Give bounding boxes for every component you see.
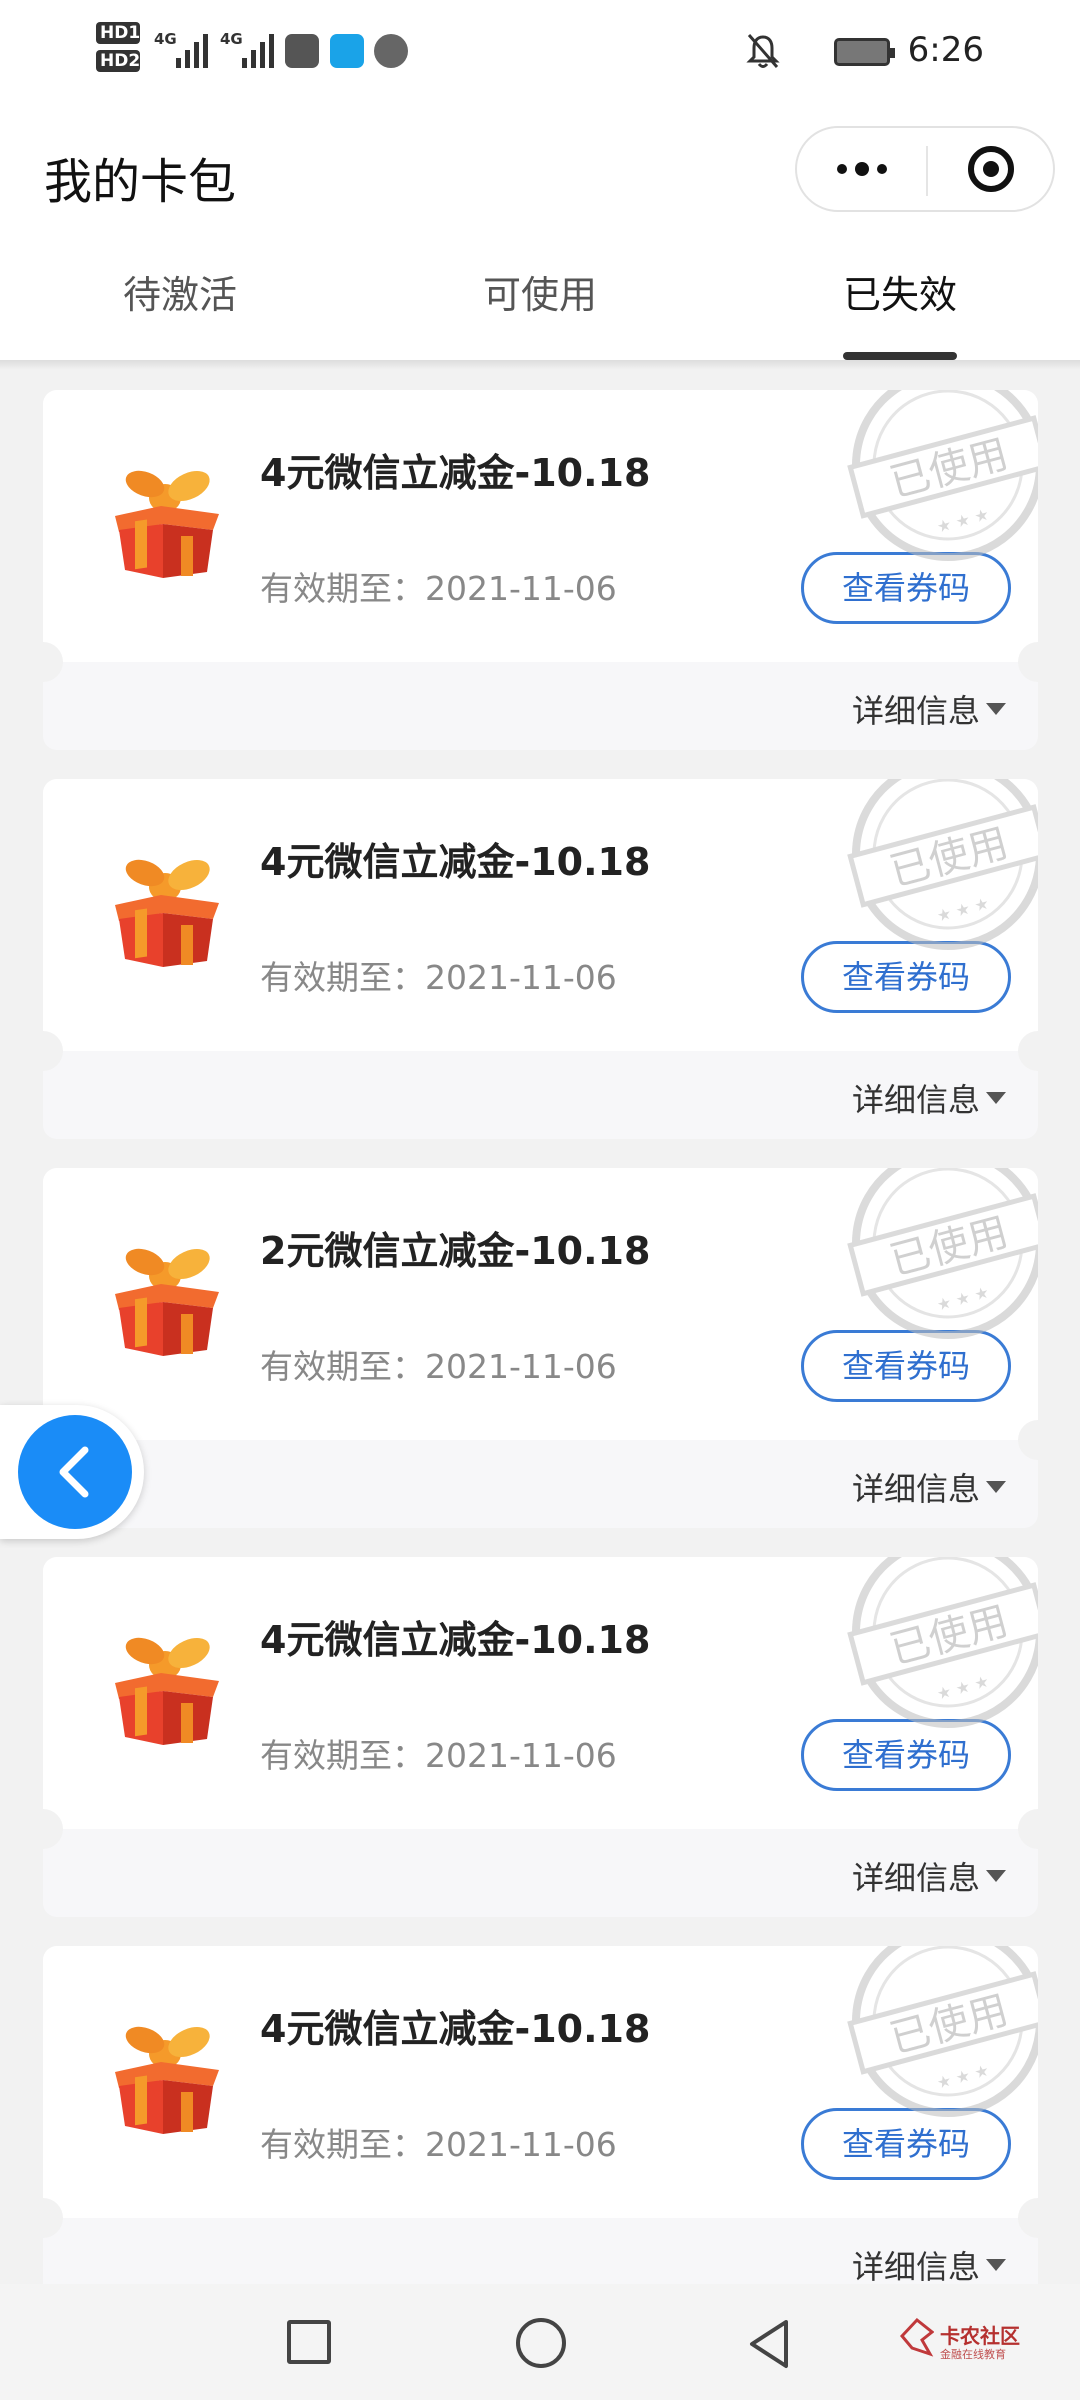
network2-label: 4G [220, 30, 243, 48]
back-triangle-icon[interactable] [744, 2318, 794, 2370]
coupon-expiry: 有效期至：2021-11-06 [260, 1736, 617, 1775]
coupon-card-body: 4元微信立减金-10.18 有效期至：2021-11-06 查看券码 已使用 ★… [43, 779, 1038, 1051]
used-stamp: 已使用 ★ ★ ★ [847, 1557, 1038, 1728]
more-button[interactable] [797, 128, 926, 210]
coupon-expiry: 有效期至：2021-11-06 [260, 958, 617, 997]
signal1-icon [176, 32, 208, 68]
caret-down-icon [986, 1092, 1006, 1104]
system-nav-bar: 卡农社区 金融在线教育 [0, 2284, 1080, 2400]
gift-box-icon [115, 859, 219, 967]
watermark-text: 卡农社区 [940, 2324, 1020, 2348]
used-stamp: 已使用 ★ ★ ★ [847, 1168, 1038, 1339]
details-label: 详细信息 [851, 692, 980, 730]
caret-down-icon [986, 703, 1006, 715]
details-toggle[interactable]: 详细信息 [852, 1464, 1006, 1510]
more-dots-icon [836, 164, 847, 174]
details-toggle[interactable]: 详细信息 [852, 2242, 1006, 2288]
used-stamp: 已使用 ★ ★ ★ [847, 1946, 1038, 2117]
watermark-subtext: 金融在线教育 [940, 2348, 1006, 2361]
coupon-expiry: 有效期至：2021-11-06 [260, 1347, 617, 1386]
tab-available[interactable]: 可使用 [360, 260, 720, 330]
coupon-card-body: 4元微信立减金-10.18 有效期至：2021-11-06 查看券码 已使用 ★… [43, 1946, 1038, 2218]
coupon-expiry: 有效期至：2021-11-06 [260, 569, 617, 608]
coupon-title: 2元微信立减金-10.18 [260, 1229, 651, 1273]
coupon-title: 4元微信立减金-10.18 [260, 451, 651, 495]
watermark-logo: 卡农社区 金融在线教育 [899, 2317, 1020, 2368]
network1-label: 4G [154, 30, 177, 48]
coupon-card: 4元微信立减金-10.18 有效期至：2021-11-06 查看券码 已使用 ★… [43, 1946, 1038, 2306]
search-app-icon [330, 34, 364, 68]
details-label: 详细信息 [851, 1081, 980, 1119]
coupon-title: 4元微信立减金-10.18 [260, 2007, 651, 2051]
tab-expired[interactable]: 已失效 [720, 260, 1080, 330]
details-toggle[interactable]: 详细信息 [852, 1853, 1006, 1899]
close-button[interactable] [928, 128, 1053, 210]
gift-box-icon [115, 1637, 219, 1745]
used-stamp: 已使用 ★ ★ ★ [847, 390, 1038, 561]
coupon-title: 4元微信立减金-10.18 [260, 1618, 651, 1662]
caret-down-icon [986, 1481, 1006, 1493]
header-shadow [0, 360, 1080, 370]
huawei-app-icon [285, 34, 319, 68]
coupon-card: 4元微信立减金-10.18 有效期至：2021-11-06 查看券码 已使用 ★… [43, 779, 1038, 1139]
coupon-card-body: 4元微信立减金-10.18 有效期至：2021-11-06 查看券码 已使用 ★… [43, 390, 1038, 662]
tab-bar: 待激活 可使用 已失效 [0, 260, 1080, 360]
floating-back-button[interactable] [0, 1405, 144, 1539]
signal2-icon [242, 32, 274, 68]
recent-apps-button[interactable] [287, 2320, 331, 2364]
status-bar: HD1 HD2 4G 4G 6:26 [0, 0, 1080, 100]
battery-icon [834, 38, 895, 66]
coupon-card-body: 2元微信立减金-10.18 有效期至：2021-11-06 查看券码 已使用 ★… [43, 1168, 1038, 1440]
mini-program-close-icon [967, 146, 1014, 192]
details-label: 详细信息 [851, 1859, 980, 1897]
tab-pending[interactable]: 待激活 [0, 260, 360, 330]
coupon-card: 4元微信立减金-10.18 有效期至：2021-11-06 查看券码 已使用 ★… [43, 390, 1038, 750]
watermark-emblem [899, 2317, 935, 2357]
details-toggle[interactable]: 详细信息 [852, 1075, 1006, 1121]
sim2-badge: HD2 [96, 50, 140, 72]
page-title: 我的卡包 [44, 154, 237, 210]
floating-back-circle [18, 1415, 132, 1529]
home-button[interactable] [516, 2318, 566, 2368]
details-label: 详细信息 [851, 1470, 980, 1508]
coupon-card: 4元微信立减金-10.18 有效期至：2021-11-06 查看券码 已使用 ★… [43, 1557, 1038, 1917]
gift-box-icon [115, 2026, 219, 2134]
coupon-expiry: 有效期至：2021-11-06 [260, 2125, 617, 2164]
details-toggle[interactable]: 详细信息 [852, 686, 1006, 732]
sim-badges: HD1 HD2 [96, 22, 144, 78]
mini-program-capsule [795, 126, 1055, 212]
browser-app-icon [374, 34, 408, 68]
coupon-title: 4元微信立减金-10.18 [260, 840, 651, 884]
page-header: 我的卡包 待激活 可使用 已失效 [0, 100, 1080, 360]
caret-down-icon [986, 2259, 1006, 2271]
caret-down-icon [986, 1870, 1006, 1882]
bell-muted-icon [746, 34, 780, 68]
details-label: 详细信息 [851, 2248, 980, 2286]
gift-box-icon [115, 470, 219, 578]
gift-box-icon [115, 1248, 219, 1356]
active-tab-indicator [843, 352, 957, 360]
sim1-badge: HD1 [96, 22, 140, 44]
coupon-card: 2元微信立减金-10.18 有效期至：2021-11-06 查看券码 已使用 ★… [43, 1168, 1038, 1528]
status-time: 6:26 [907, 30, 984, 70]
chevron-left-icon [59, 1446, 89, 1498]
used-stamp: 已使用 ★ ★ ★ [847, 779, 1038, 950]
coupon-card-body: 4元微信立减金-10.18 有效期至：2021-11-06 查看券码 已使用 ★… [43, 1557, 1038, 1829]
